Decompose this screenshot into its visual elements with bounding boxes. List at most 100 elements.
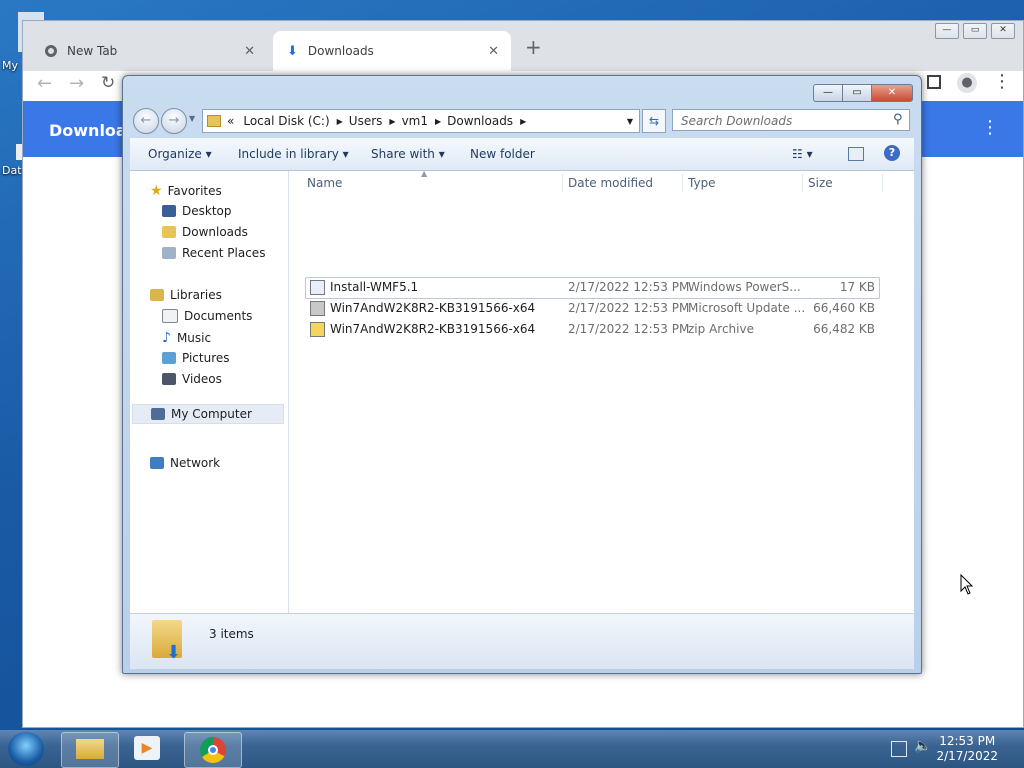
nav-label: Videos [182, 372, 222, 386]
tab-title: Downloads [307, 44, 374, 58]
network-tray-icon[interactable] [891, 741, 907, 757]
file-size: 66,482 KB [813, 322, 875, 336]
file-row[interactable]: Win7AndW2K8R2-KB3191566-x64 [310, 319, 535, 339]
new-tab-button[interactable]: + [525, 35, 542, 59]
tab-new-tab[interactable]: New Tab ✕ [33, 31, 267, 71]
nav-my-computer[interactable]: My Computer [132, 404, 284, 424]
reload-icon[interactable]: ↻ [101, 73, 115, 93]
chevron-right-icon[interactable]: ▶ [520, 117, 526, 126]
nav-libraries[interactable]: Libraries [150, 288, 222, 302]
chevron-right-icon[interactable]: ▶ [389, 117, 395, 126]
chevron-right-icon[interactable]: ▶ [337, 117, 343, 126]
folder-icon [76, 739, 104, 759]
new-folder-button[interactable]: New folder [470, 147, 535, 161]
music-icon: ♪ [162, 330, 171, 346]
file-size: 66,460 KB [813, 301, 875, 315]
forward-button[interactable]: → [161, 108, 187, 134]
chrome-window-controls: — ▭ ✕ [935, 23, 1015, 39]
breadcrumb-vm1[interactable]: vm1 [402, 114, 428, 128]
recent-places-icon [162, 247, 176, 259]
maximize-button[interactable]: ▭ [963, 23, 987, 39]
downloads-folder-icon [162, 226, 176, 238]
tab-downloads[interactable]: ⬇ Downloads ✕ [273, 31, 511, 71]
search-input[interactable]: Search Downloads [672, 109, 910, 131]
powershell-script-icon [310, 280, 325, 295]
nav-downloads[interactable]: Downloads [162, 225, 248, 239]
desktop-icon [162, 205, 176, 217]
nav-network[interactable]: Network [150, 456, 220, 470]
system-clock[interactable]: 12:53 PM 2/17/2022 [936, 734, 998, 764]
details-pane: ⬇ 3 items [130, 613, 914, 669]
breadcrumb-downloads[interactable]: Downloads [447, 114, 513, 128]
volume-icon[interactable]: 🔈 [914, 738, 931, 754]
zip-archive-icon [310, 322, 325, 337]
share-with-button[interactable]: Share with ▾ [371, 147, 445, 161]
nav-favorites[interactable]: ★ Favorites [150, 183, 222, 199]
nav-videos[interactable]: Videos [162, 372, 222, 386]
column-divider[interactable] [802, 174, 803, 192]
nav-music[interactable]: ♪ Music [162, 330, 211, 346]
minimize-button[interactable]: — [935, 23, 959, 39]
file-row[interactable]: Install-WMF5.1 [310, 277, 418, 297]
network-icon [150, 457, 164, 469]
file-type: Windows PowerS... [688, 280, 801, 294]
chrome-menu-icon[interactable]: ⋮ [993, 71, 1011, 92]
column-header-type[interactable]: Type [688, 171, 716, 195]
nav-desktop[interactable]: Desktop [162, 204, 232, 218]
start-button[interactable] [8, 732, 44, 766]
address-dropdown-icon[interactable]: ▼ [627, 117, 633, 126]
column-divider[interactable] [882, 174, 883, 192]
file-type: Microsoft Update ... [688, 301, 806, 315]
close-tab-icon[interactable]: ✕ [488, 44, 499, 59]
close-button[interactable]: ✕ [991, 23, 1015, 39]
nav-pictures[interactable]: Pictures [162, 351, 230, 365]
close-button[interactable]: ✕ [872, 84, 913, 102]
nav-documents[interactable]: Documents [162, 309, 252, 323]
back-button[interactable]: ← [133, 108, 159, 134]
file-date: 2/17/2022 12:53 PM [568, 301, 690, 315]
side-panel-icon[interactable] [927, 75, 941, 89]
tab-title: New Tab [67, 44, 118, 58]
breadcrumb-overflow[interactable]: « [227, 114, 234, 128]
taskbar-explorer-button[interactable] [61, 732, 119, 768]
nav-recent-places[interactable]: Recent Places [162, 246, 265, 260]
download-icon: ⬇ [287, 43, 298, 59]
organize-button[interactable]: Organize ▾ [148, 147, 212, 161]
help-icon[interactable]: ? [884, 145, 900, 161]
nav-label: Network [170, 456, 221, 470]
recent-pages-dropdown-icon[interactable]: ▼ [189, 114, 195, 123]
chevron-right-icon[interactable]: ▶ [435, 117, 441, 126]
media-player-icon[interactable]: ▶ [134, 736, 160, 760]
column-divider[interactable] [562, 174, 563, 192]
page-menu-icon[interactable]: ⋮ [981, 117, 999, 138]
column-header-name[interactable]: Name [307, 171, 342, 195]
nav-label: Recent Places [182, 246, 266, 260]
preview-pane-icon[interactable] [848, 147, 864, 161]
column-divider[interactable] [682, 174, 683, 192]
include-in-library-button[interactable]: Include in library ▾ [238, 147, 349, 161]
desktop-icon-label-2: Dat [2, 164, 22, 177]
breadcrumb-users[interactable]: Users [349, 114, 383, 128]
file-type: zip Archive [688, 322, 754, 336]
breadcrumb-local-disk[interactable]: Local Disk (C:) [243, 114, 329, 128]
address-bar[interactable]: « Local Disk (C:) ▶ Users ▶ vm1 ▶ Downloads… [202, 109, 640, 133]
profile-icon[interactable]: ● [957, 73, 977, 93]
taskbar-chrome-button[interactable] [184, 732, 242, 768]
forward-icon[interactable]: → [69, 73, 84, 94]
column-header-date[interactable]: Date modified [568, 171, 653, 195]
command-bar: Organize ▾ Include in library ▾ Share wi… [130, 138, 914, 171]
refresh-icon[interactable]: ⇆ [642, 109, 666, 133]
close-tab-icon[interactable]: ✕ [244, 44, 255, 59]
file-date: 2/17/2022 12:53 PM [568, 280, 690, 294]
libraries-icon [150, 289, 164, 301]
nav-label: Favorites [167, 184, 222, 198]
maximize-button[interactable]: ▭ [843, 84, 872, 102]
minimize-button[interactable]: — [813, 84, 843, 102]
change-view-icon[interactable]: ☷ ▾ [792, 147, 813, 161]
column-header-size[interactable]: Size [808, 171, 833, 195]
search-icon[interactable]: ⚲ [893, 112, 903, 127]
folder-icon [207, 115, 221, 127]
file-row[interactable]: Win7AndW2K8R2-KB3191566-x64 [310, 298, 535, 318]
back-icon[interactable]: ← [37, 73, 52, 94]
file-name: Install-WMF5.1 [330, 280, 419, 294]
